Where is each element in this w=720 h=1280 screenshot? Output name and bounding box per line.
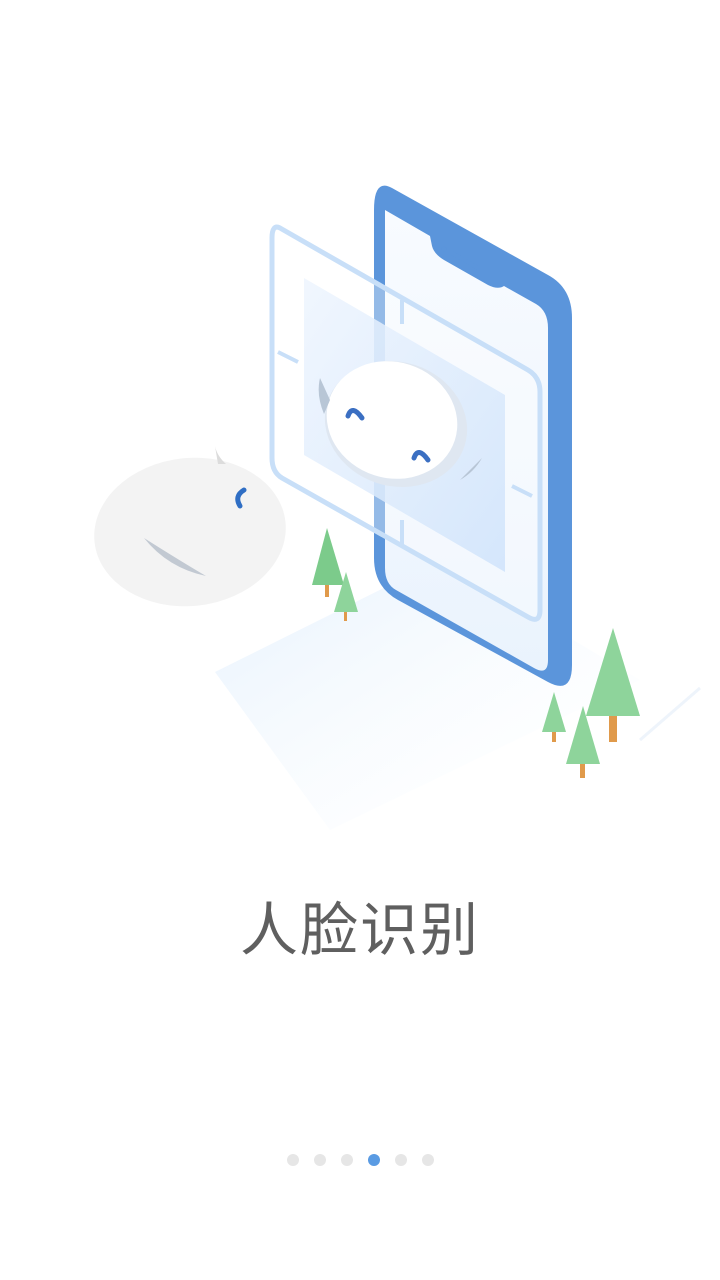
tree-icon [312,528,344,597]
side-face-icon [94,446,286,607]
page-title: 人脸识别 [239,896,480,964]
page-indicator-dot[interactable] [286,1154,299,1166]
onboarding-screen: 人脸识别 [0,0,720,1280]
page-indicator [0,1153,720,1167]
floor-line [639,686,701,742]
page-indicator-dot[interactable] [313,1154,326,1166]
face-recognition-phone-illustration [94,185,701,830]
page-indicator-dot[interactable] [394,1154,407,1166]
page-indicator-dot[interactable] [340,1154,353,1166]
page-indicator-dot[interactable] [421,1154,434,1166]
tree-icon [566,706,600,778]
page-indicator-dot[interactable] [367,1154,380,1166]
